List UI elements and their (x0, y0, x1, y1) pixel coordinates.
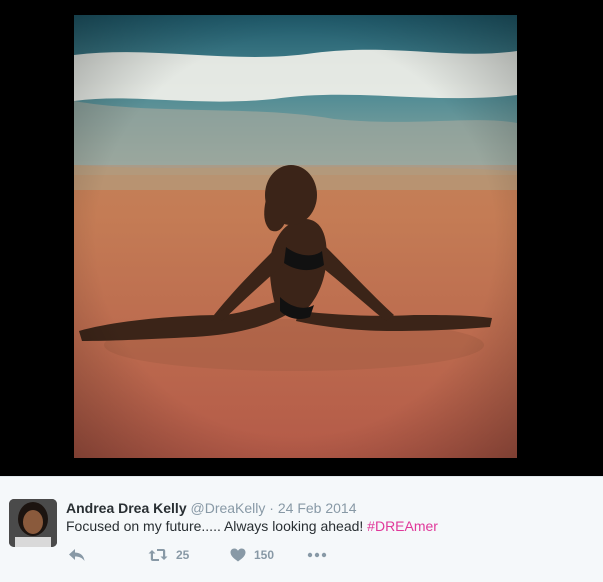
tweet-body: Focused on my future..... Always looking… (66, 518, 368, 534)
hashtag-link[interactable]: #DREAmer (367, 518, 438, 534)
like-button[interactable]: 150 (230, 545, 274, 565)
header-separator: · (269, 500, 274, 516)
retweet-count: 25 (176, 548, 190, 562)
tweet-date[interactable]: 24 Feb 2014 (278, 500, 357, 516)
tweet-photo[interactable] (74, 15, 517, 458)
author-handle[interactable]: @DreaKelly (191, 500, 266, 516)
like-count: 150 (254, 548, 275, 562)
retweet-icon (148, 548, 168, 562)
author-name[interactable]: Andrea Drea Kelly (66, 500, 187, 516)
tweet-text: Focused on my future..... Always looking… (66, 517, 438, 535)
reply-icon (68, 548, 86, 562)
reply-button[interactable] (68, 545, 86, 565)
media-viewer (0, 0, 603, 476)
more-button[interactable] (307, 545, 327, 565)
more-icon (307, 552, 327, 558)
heart-icon (230, 548, 246, 562)
avatar[interactable] (9, 499, 57, 547)
tweet-header: Andrea Drea Kelly @DreaKelly · 24 Feb 20… (66, 499, 356, 517)
retweet-button[interactable]: 25 (148, 545, 189, 565)
tweet-card: Andrea Drea Kelly @DreaKelly · 24 Feb 20… (0, 476, 603, 582)
